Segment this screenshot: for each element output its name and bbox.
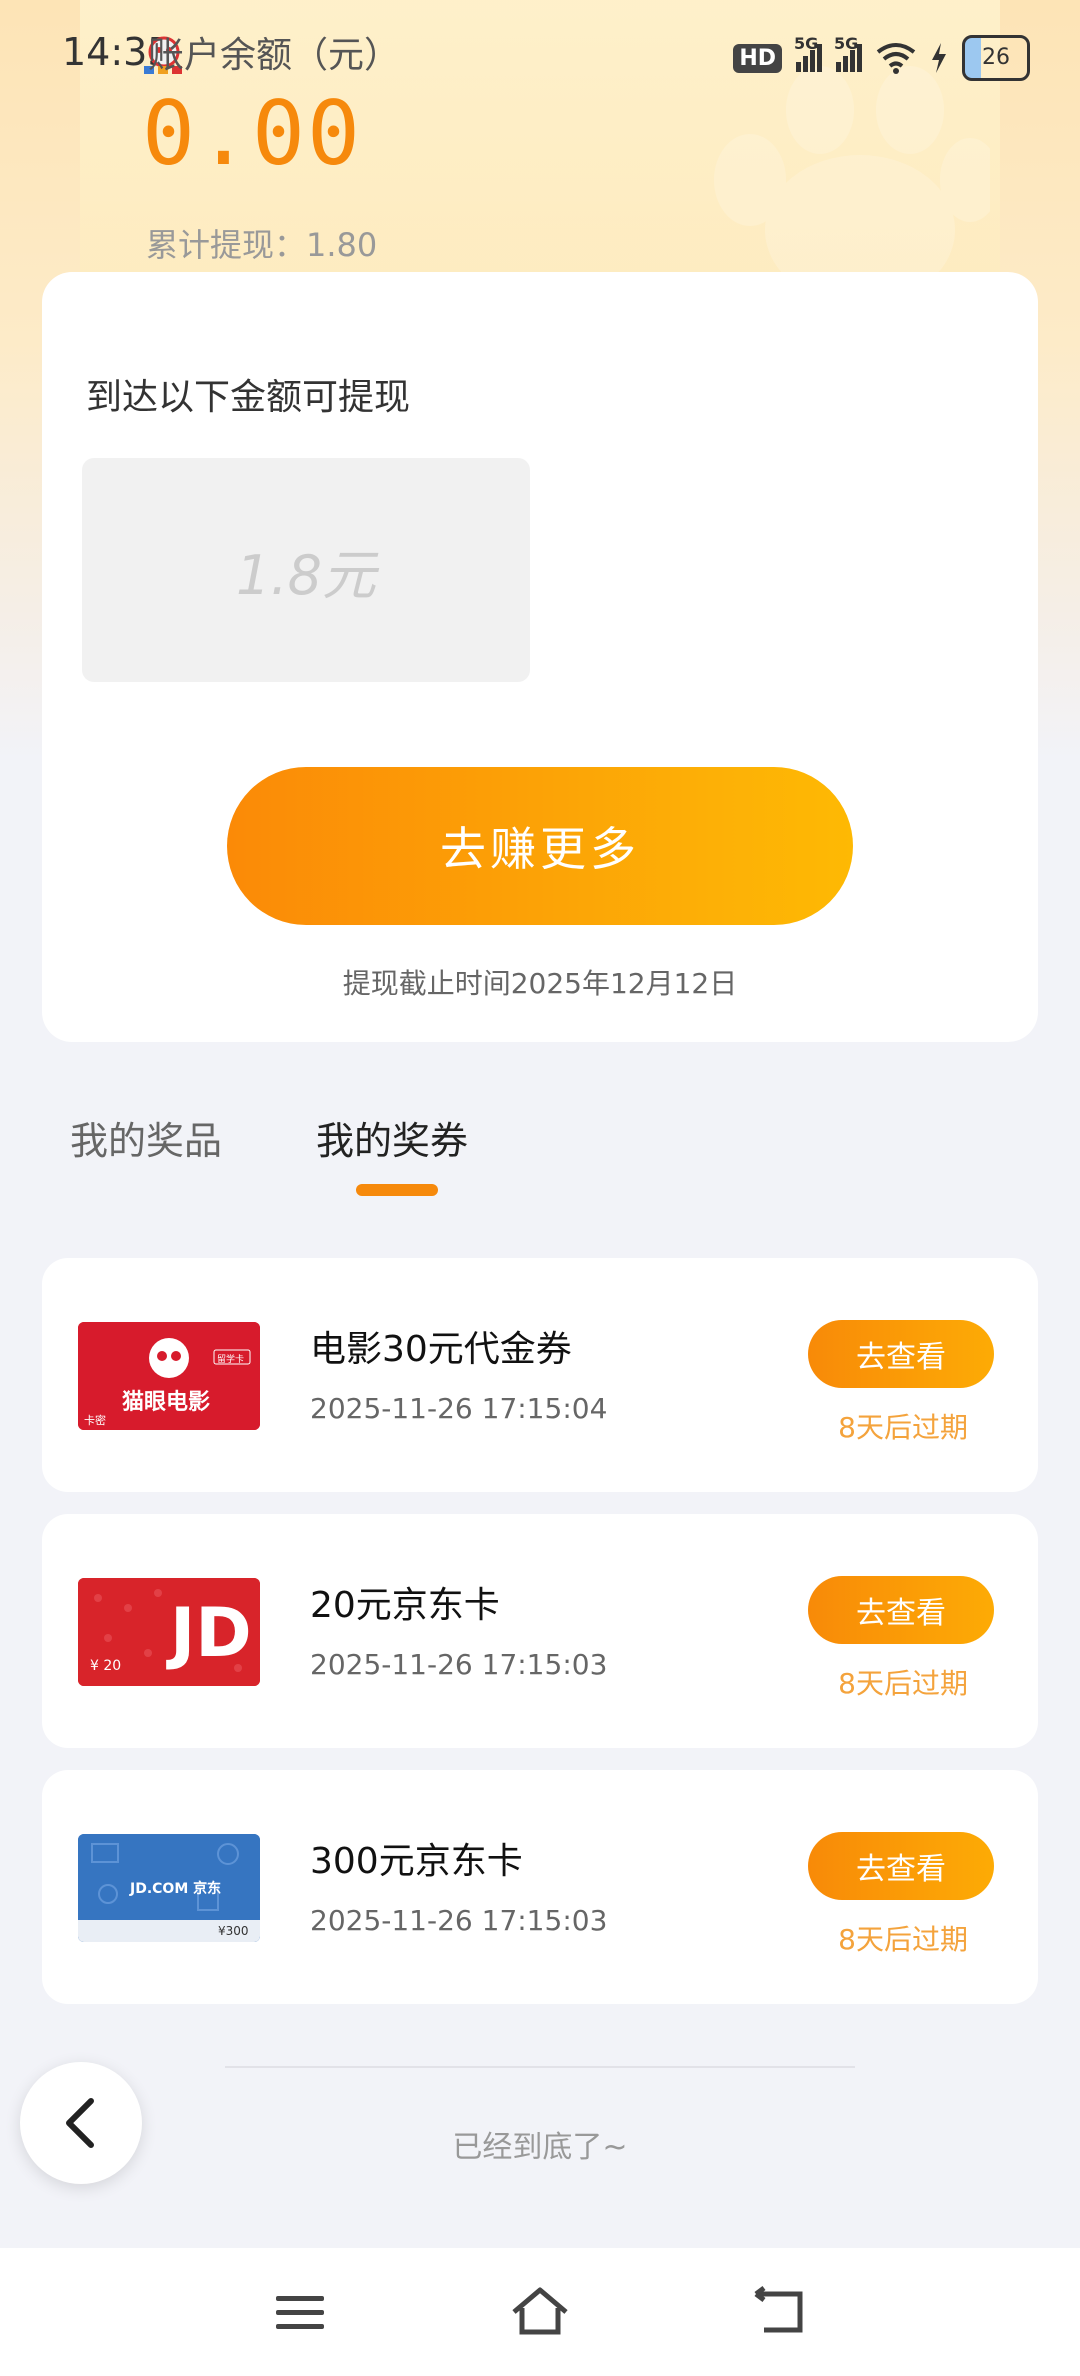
withdraw-deadline: 提现截止时间2025年12月12日 bbox=[342, 967, 738, 1000]
coupon-title: 20元京东卡 bbox=[310, 1585, 500, 1626]
tab-bar: 我的奖品 我的奖券 bbox=[0, 1110, 1080, 1200]
view-coupon-button[interactable]: 去查看 bbox=[808, 1576, 994, 1644]
coupon-card: JD ¥ 20 20元京东卡 2025-11-26 17:15:03 去查看 8… bbox=[42, 1514, 1038, 1748]
hd-icon: HD bbox=[733, 43, 782, 73]
view-coupon-button[interactable]: 去查看 bbox=[808, 1832, 994, 1900]
status-icons: HD 5G 5G 26 bbox=[733, 30, 1030, 86]
home-icon[interactable] bbox=[510, 2284, 570, 2340]
maoyan-card-badge: 留学卡 bbox=[217, 1355, 245, 1365]
back-button[interactable] bbox=[20, 2062, 142, 2184]
list-end-divider bbox=[225, 2066, 855, 2068]
system-nav-bar bbox=[0, 2248, 1080, 2376]
jd-card-20-icon: JD ¥ 20 bbox=[78, 1578, 260, 1686]
maoyan-card-label: 猫眼电影 bbox=[122, 1390, 211, 1415]
coupon-expire: 8天后过期 bbox=[838, 1923, 968, 1956]
jd-card-value: ¥ 20 bbox=[90, 1658, 122, 1674]
jd-logo-text: JD bbox=[170, 1594, 252, 1673]
signal-icon: 5G bbox=[794, 34, 822, 72]
signal-icon-2: 5G bbox=[834, 34, 862, 72]
coupon-expire: 8天后过期 bbox=[838, 1667, 968, 1700]
coupon-title: 300元京东卡 bbox=[310, 1841, 523, 1882]
coupon-time: 2025-11-26 17:15:04 bbox=[310, 1392, 608, 1425]
tab-my-prizes[interactable]: 我的奖品 bbox=[70, 1110, 222, 1165]
earn-more-button[interactable]: 去赚更多 bbox=[227, 767, 853, 925]
active-tab-indicator bbox=[356, 1184, 438, 1196]
jd-card-300-icon: JD.COM 京东 ¥300 bbox=[78, 1834, 260, 1942]
coupon-time: 2025-11-26 17:15:03 bbox=[310, 1904, 608, 1937]
coupon-title: 电影30元代金券 bbox=[310, 1329, 572, 1370]
menu-icon[interactable] bbox=[270, 2284, 330, 2340]
withdraw-card: 到达以下金额可提现 1.8元 去赚更多 提现截止时间2025年12月12日 bbox=[42, 272, 1038, 1042]
coupon-expire: 8天后过期 bbox=[838, 1411, 968, 1444]
back-nav-icon[interactable] bbox=[750, 2284, 810, 2340]
withdraw-amount-option[interactable]: 1.8元 bbox=[82, 458, 530, 682]
balance-label: 账户余额（元） bbox=[148, 35, 401, 76]
cumulative-withdrawal: 累计提现：1.80 bbox=[146, 226, 378, 264]
jd-card-value: ¥300 bbox=[218, 1924, 249, 1938]
maoyan-movie-card-icon: 猫眼电影 留学卡 卡密 bbox=[78, 1322, 260, 1430]
list-end-text: 已经到底了~ bbox=[452, 2130, 628, 2165]
chevron-left-icon bbox=[66, 2098, 94, 2148]
charging-icon bbox=[932, 43, 946, 73]
coupon-time: 2025-11-26 17:15:03 bbox=[310, 1648, 608, 1681]
tab-my-coupons[interactable]: 我的奖券 bbox=[316, 1110, 468, 1165]
battery-icon: 26 bbox=[962, 35, 1030, 81]
jd-logo-text: JD.COM 京东 bbox=[130, 1881, 222, 1897]
coupon-card: 猫眼电影 留学卡 卡密 电影30元代金券 2025-11-26 17:15:04… bbox=[42, 1258, 1038, 1492]
view-coupon-button[interactable]: 去查看 bbox=[808, 1320, 994, 1388]
wifi-icon bbox=[876, 43, 916, 74]
maoyan-card-corner-text: 卡密 bbox=[84, 1414, 106, 1427]
coupon-card: JD.COM 京东 ¥300 300元京东卡 2025-11-26 17:15:… bbox=[42, 1770, 1038, 2004]
withdraw-threshold-label: 到达以下金额可提现 bbox=[86, 377, 411, 418]
balance-amount: 0.00 bbox=[142, 82, 362, 185]
